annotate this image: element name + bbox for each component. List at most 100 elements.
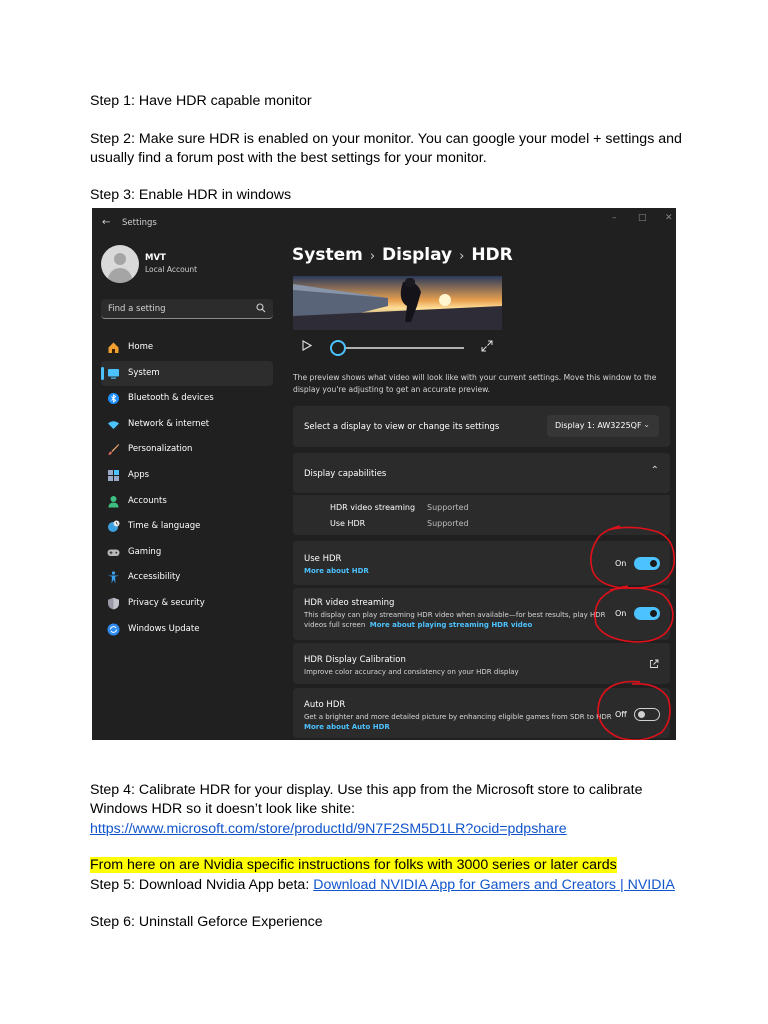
auto-hdr-card: Auto HDR Get a brighter and more detaile… <box>293 688 670 738</box>
hdr-calibration-card[interactable]: HDR Display Calibration Improve color ac… <box>293 643 670 684</box>
home-icon <box>108 342 119 353</box>
nvidia-note-line: From here on are Nvidia specific instruc… <box>90 856 617 875</box>
capability-name: HDR video streaming <box>330 503 416 512</box>
sidebar-item-apps[interactable]: Apps <box>101 463 273 489</box>
step-2-text-line-2: usually find a forum post with the best … <box>90 150 487 166</box>
sidebar-item-label: Windows Update <box>128 623 200 634</box>
sidebar-item-network[interactable]: Network & internet <box>101 412 273 438</box>
step-5-text: Step 5: Download Nvidia App beta: Downlo… <box>90 876 675 895</box>
search-input[interactable]: Find a setting <box>101 299 273 319</box>
sidebar-item-label: Gaming <box>128 546 162 557</box>
hdr-video-streaming-card: HDR video streaming This display can pla… <box>293 588 670 640</box>
brush-icon <box>108 444 119 456</box>
sidebar-item-label: Bluetooth & devices <box>128 393 214 404</box>
sidebar-item-label: Network & internet <box>128 418 210 429</box>
apps-icon <box>108 469 119 481</box>
step-5-prefix: Step 5: Download Nvidia App beta: <box>90 877 314 893</box>
sidebar-item-label: Accessibility <box>128 572 181 583</box>
step-6-text: Step 6: Uninstall Geforce Experience <box>90 914 323 930</box>
display-dropdown-value: Display 1: AW3225QF <box>555 421 642 430</box>
globe-clock-icon <box>108 520 120 533</box>
sidebar-item-time-language[interactable]: Time & language <box>101 514 273 540</box>
system-icon <box>108 368 119 379</box>
video-progress-track[interactable] <box>344 347 464 349</box>
sidebar-item-privacy-security[interactable]: Privacy & security <box>101 591 273 617</box>
sidebar-item-gaming[interactable]: Gaming <box>101 540 273 566</box>
sidebar-item-home[interactable]: Home <box>101 335 273 361</box>
chevron-down-icon: ⌄ <box>643 420 650 429</box>
sidebar-item-label: Home <box>128 342 154 352</box>
preview-description: The preview shows what video will look l… <box>293 373 657 394</box>
fullscreen-icon[interactable] <box>481 340 493 352</box>
search-placeholder: Find a setting <box>108 304 166 314</box>
search-icon[interactable] <box>256 303 266 313</box>
sidebar-item-accessibility[interactable]: Accessibility <box>101 565 273 591</box>
active-indicator <box>101 366 104 380</box>
avatar[interactable] <box>101 245 139 283</box>
breadcrumb-separator-icon: › <box>369 249 376 264</box>
capability-name: Use HDR <box>330 519 366 528</box>
bluetooth-icon <box>108 393 119 405</box>
more-about-hdr-link[interactable]: More about HDR <box>304 566 369 576</box>
nvidia-app-download-link[interactable]: Download NVIDIA App for Gamers and Creat… <box>313 877 675 893</box>
microsoft-store-link[interactable]: https://www.microsoft.com/store/productI… <box>90 820 567 839</box>
maximize-icon[interactable]: □ <box>638 213 647 223</box>
use-hdr-toggle[interactable] <box>634 557 660 570</box>
auto-hdr-title: Auto HDR <box>304 700 346 710</box>
user-account-type: Local Account <box>145 265 198 274</box>
hdr-preview-video <box>293 276 502 330</box>
play-icon[interactable] <box>302 340 312 351</box>
auto-hdr-state: Off <box>615 710 627 719</box>
sidebar-item-windows-update[interactable]: Windows Update <box>101 617 273 643</box>
back-arrow-icon[interactable]: ← <box>102 217 110 228</box>
highlighted-note: From here on are Nvidia specific instruc… <box>90 857 617 873</box>
breadcrumb-separator-icon: › <box>459 249 465 264</box>
use-hdr-card: Use HDR More about HDR On <box>293 541 670 585</box>
hdr-streaming-state: On <box>615 609 627 618</box>
use-hdr-title: Use HDR <box>304 554 342 564</box>
update-icon <box>107 623 120 636</box>
display-capabilities-header[interactable]: Display capabilities ⌃ <box>293 453 670 493</box>
hdr-calibration-title: HDR Display Calibration <box>304 655 406 665</box>
step-4-text-line-1: Step 4: Calibrate HDR for your display. … <box>90 782 643 798</box>
breadcrumb: System › Display › HDR <box>292 245 513 265</box>
windows-hdr-settings-screenshot: ← Settings – □ ✕ MVT Local Account Find … <box>92 208 676 740</box>
hdr-streaming-description: This display can play streaming HDR vide… <box>304 611 606 619</box>
external-link-icon[interactable] <box>649 659 659 669</box>
more-about-auto-hdr-link[interactable]: More about Auto HDR <box>304 722 390 732</box>
window-title: Settings <box>122 218 157 228</box>
sidebar-item-label: Apps <box>128 469 150 480</box>
hdr-streaming-description-2: videos full screen More about playing st… <box>304 620 532 630</box>
sidebar-item-label: System <box>128 367 160 378</box>
chevron-up-icon[interactable]: ⌃ <box>651 465 659 476</box>
select-display-card: Select a display to view or change its s… <box>293 406 670 447</box>
auto-hdr-toggle[interactable] <box>634 708 660 721</box>
hdr-streaming-toggle[interactable] <box>634 607 660 620</box>
sidebar-item-system[interactable]: System <box>101 360 273 387</box>
sidebar-item-label: Time & language <box>128 521 201 532</box>
sidebar-nav: Home System Bluetooth & devices Network … <box>101 335 273 642</box>
close-icon[interactable]: ✕ <box>665 213 673 223</box>
sidebar-item-label: Privacy & security <box>128 597 205 608</box>
more-about-streaming-hdr-link[interactable]: More about playing streaming HDR video <box>370 621 533 629</box>
hdr-calibration-description: Improve color accuracy and consistency o… <box>304 668 519 676</box>
sidebar-item-personalization[interactable]: Personalization <box>101 437 273 463</box>
video-progress-slider[interactable] <box>330 340 346 356</box>
gamepad-icon <box>107 549 120 556</box>
sidebar-item-bluetooth[interactable]: Bluetooth & devices <box>101 386 273 412</box>
title-bar: ← Settings – □ ✕ <box>92 208 676 238</box>
step-2-text-line-1: Step 2: Make sure HDR is enabled on your… <box>90 131 682 147</box>
hdr-streaming-title: HDR video streaming <box>304 598 395 608</box>
wifi-icon <box>108 421 119 429</box>
display-capabilities-title: Display capabilities <box>304 469 387 479</box>
accounts-icon <box>108 495 119 508</box>
display-dropdown[interactable]: Display 1: AW3225QF ⌄ <box>547 415 659 437</box>
breadcrumb-system[interactable]: System <box>292 245 363 265</box>
sidebar-item-accounts[interactable]: Accounts <box>101 489 273 515</box>
step-3-text: Step 3: Enable HDR in windows <box>90 187 292 203</box>
breadcrumb-display[interactable]: Display <box>382 245 452 265</box>
sidebar-item-label: Accounts <box>128 495 167 506</box>
minimize-icon[interactable]: – <box>612 213 617 223</box>
use-hdr-state: On <box>615 559 627 568</box>
accessibility-icon <box>108 571 119 584</box>
